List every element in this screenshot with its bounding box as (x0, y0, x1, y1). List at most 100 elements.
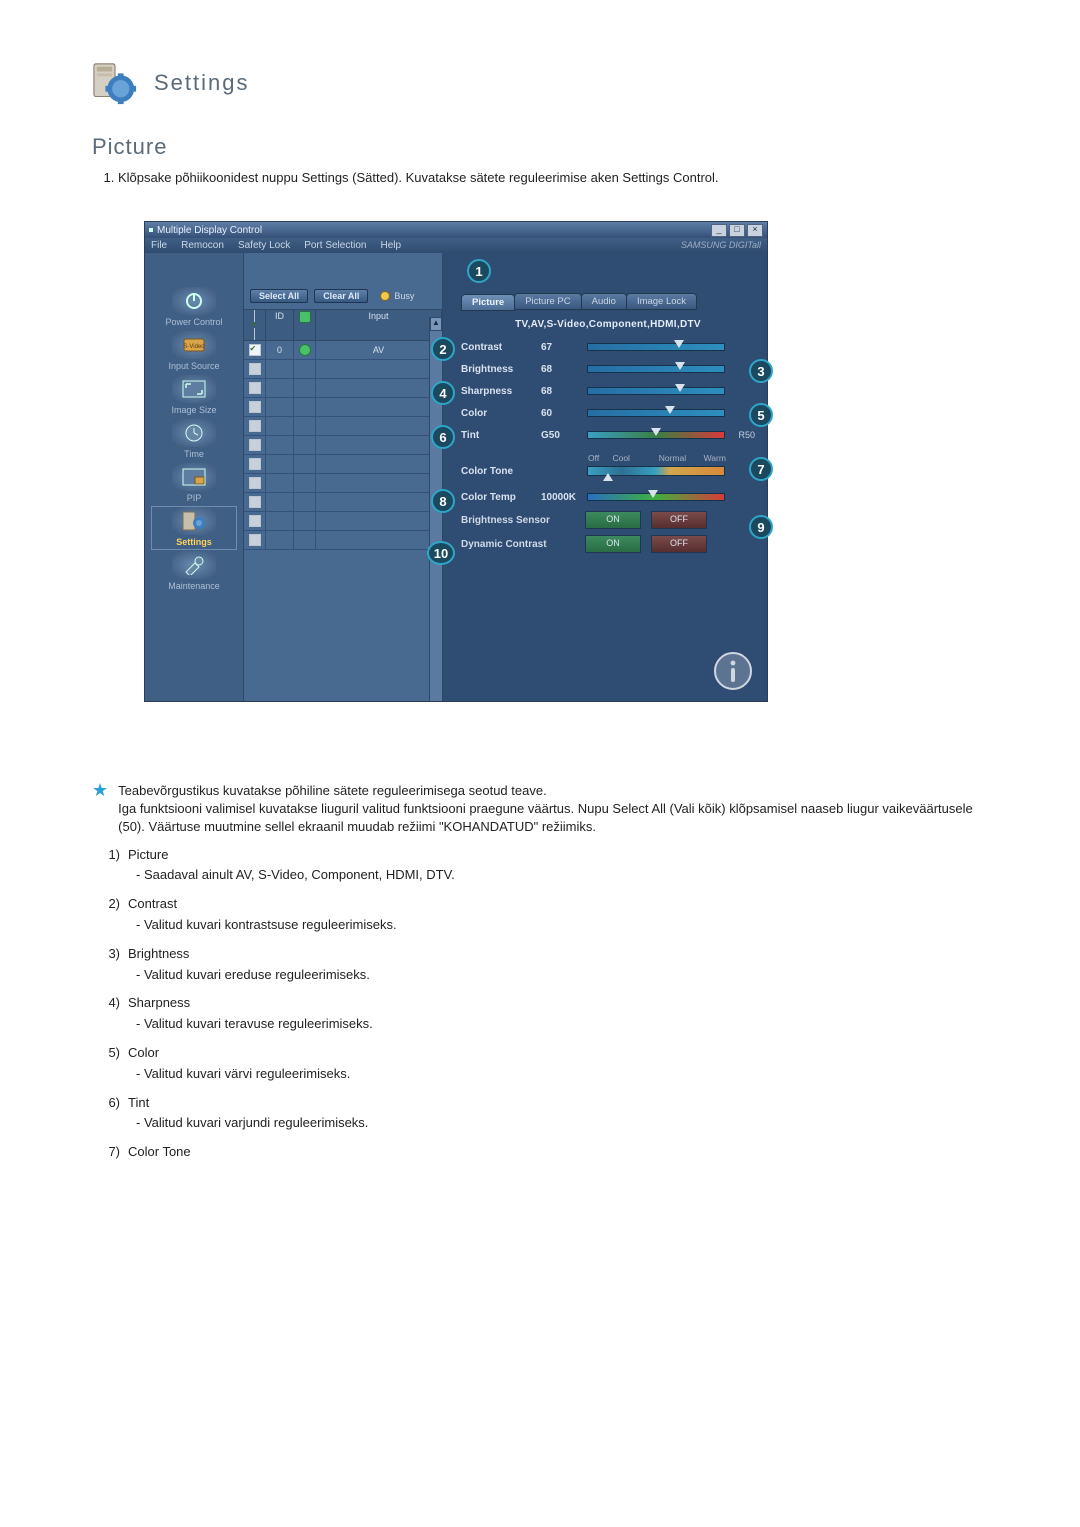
dynamic-contrast-off-button[interactable]: OFF (651, 535, 707, 553)
mdc-window: Multiple Display Control _ □ × File Remo… (144, 221, 768, 702)
busy-indicator: Busy (380, 291, 414, 301)
contrast-slider[interactable]: Contrast 67 (461, 336, 755, 358)
description-item: 3)BrightnessValitud kuvari ereduse regul… (92, 944, 988, 986)
intro-step-1: Klõpsake põhiikoonidest nuppu Settings (… (118, 170, 988, 185)
slider-label: Tint (461, 430, 539, 441)
description-item: 1)PictureSaadaval ainult AV, S-Video, Co… (92, 845, 988, 887)
sidebar-item-settings[interactable]: Settings (152, 507, 236, 549)
slider-value: 60 (539, 408, 587, 419)
brightness-sensor-label: Brightness Sensor (461, 515, 575, 526)
slider-label: Sharpness (461, 386, 539, 397)
device-row (244, 379, 442, 398)
brightness-slider[interactable]: Brightness 68 (461, 358, 755, 380)
sidebar-label: Image Size (152, 405, 236, 415)
sidebar-item-maintenance[interactable]: Maintenance (152, 551, 236, 593)
scroll-up-button[interactable]: ▲ (430, 317, 442, 331)
brightness-sensor-row: Brightness Sensor ON OFF (461, 508, 755, 532)
busy-dot-icon (380, 291, 390, 301)
color-temp-value: 10000K (539, 492, 587, 503)
settings-panel: 1 2 3 4 5 6 7 8 9 10 Picture Picture PC … (443, 253, 767, 701)
callout-1: 1 (467, 259, 491, 283)
info-icon[interactable] (713, 651, 753, 691)
device-row (244, 417, 442, 436)
slider-label: Color (461, 408, 539, 419)
brightness-sensor-on-button[interactable]: ON (585, 511, 641, 529)
maintenance-icon (172, 551, 216, 579)
sharpness-slider[interactable]: Sharpness 68 (461, 380, 755, 402)
window-title: Multiple Display Control (157, 225, 262, 236)
window-max-button[interactable]: □ (729, 224, 745, 237)
menu-port-selection[interactable]: Port Selection (304, 240, 366, 251)
tint-slider[interactable]: Tint G50 R50 (461, 424, 755, 446)
device-row (244, 436, 442, 455)
device-row (244, 531, 442, 550)
color-temp-slider[interactable]: Color Temp 10000K (461, 486, 755, 508)
sidebar-item-input-source[interactable]: S-Video Input Source (152, 331, 236, 373)
device-row[interactable]: 0 AV (244, 341, 442, 360)
page-title: Settings (154, 70, 250, 96)
dynamic-contrast-on-button[interactable]: ON (585, 535, 641, 553)
color-slider[interactable]: Color 60 (461, 402, 755, 424)
color-tone-row[interactable]: Color Tone Off Cool Normal Warm (461, 456, 755, 486)
description-item: 7)Color Tone (92, 1142, 988, 1163)
header-checkbox[interactable] (247, 310, 262, 340)
image-size-icon (172, 375, 216, 403)
source-line: TV,AV,S-Video,Component,HDMI,DTV (461, 316, 755, 336)
clear-all-button[interactable]: Clear All (314, 289, 368, 303)
menu-safety-lock[interactable]: Safety Lock (238, 240, 290, 251)
device-row (244, 398, 442, 417)
svg-text:S-Video: S-Video (183, 344, 205, 350)
slider-value: G50 (539, 430, 587, 441)
callout-3: 3 (749, 359, 773, 383)
sidebar-item-image-size[interactable]: Image Size (152, 375, 236, 417)
sidebar-label: PIP (152, 493, 236, 503)
sidebar-item-pip[interactable]: PIP (152, 463, 236, 505)
star-icon: ★ (92, 782, 108, 837)
col-status-icon (299, 311, 311, 323)
menubar: File Remocon Safety Lock Port Selection … (145, 238, 767, 253)
tab-picture[interactable]: Picture (461, 294, 515, 311)
tab-audio[interactable]: Audio (581, 293, 627, 310)
section-heading: Picture (92, 134, 988, 160)
callout-10: 10 (427, 541, 455, 565)
settings-page-icon (92, 60, 138, 106)
menu-help[interactable]: Help (380, 240, 401, 251)
tab-image-lock[interactable]: Image Lock (626, 293, 697, 310)
tab-picture-pc[interactable]: Picture PC (514, 293, 581, 310)
description-item: 6)TintValitud kuvari varjundi reguleerim… (92, 1093, 988, 1135)
sidebar-label: Maintenance (152, 581, 236, 591)
menu-file[interactable]: File (151, 240, 167, 251)
device-row (244, 360, 442, 379)
time-icon (172, 419, 216, 447)
sidebar-item-power-control[interactable]: Power Control (152, 287, 236, 329)
device-row (244, 493, 442, 512)
brightness-sensor-off-button[interactable]: OFF (651, 511, 707, 529)
sidebar-item-time[interactable]: Time (152, 419, 236, 461)
callout-6: 6 (431, 425, 455, 449)
device-row (244, 512, 442, 531)
slider-value: 68 (539, 364, 587, 375)
sidebar-label: Power Control (152, 317, 236, 327)
power-icon (172, 287, 216, 315)
device-list: Select All Clear All Busy ID Input 0 (243, 253, 443, 701)
device-row (244, 455, 442, 474)
window-close-button[interactable]: × (747, 224, 763, 237)
menu-remocon[interactable]: Remocon (181, 240, 224, 251)
color-temp-label: Color Temp (461, 492, 539, 503)
row-input: AV (316, 341, 442, 359)
callout-5: 5 (749, 403, 773, 427)
sidebar: Power Control S-Video Input Source Image… (145, 253, 243, 701)
sidebar-label: Time (152, 449, 236, 459)
sidebar-label: Settings (152, 537, 236, 547)
callout-9: 9 (749, 515, 773, 539)
select-all-button[interactable]: Select All (250, 289, 308, 303)
window-min-button[interactable]: _ (711, 224, 727, 237)
row-status-icon (299, 344, 311, 356)
description-item: 2)ContrastValitud kuvari kontrastsuse re… (92, 894, 988, 936)
color-tone-label: Color Tone (461, 466, 539, 477)
row-checkbox[interactable] (249, 344, 261, 356)
pip-icon (172, 463, 216, 491)
slider-label: Contrast (461, 342, 539, 353)
callout-8: 8 (431, 489, 455, 513)
description-item: 4)SharpnessValitud kuvari teravuse regul… (92, 993, 988, 1035)
